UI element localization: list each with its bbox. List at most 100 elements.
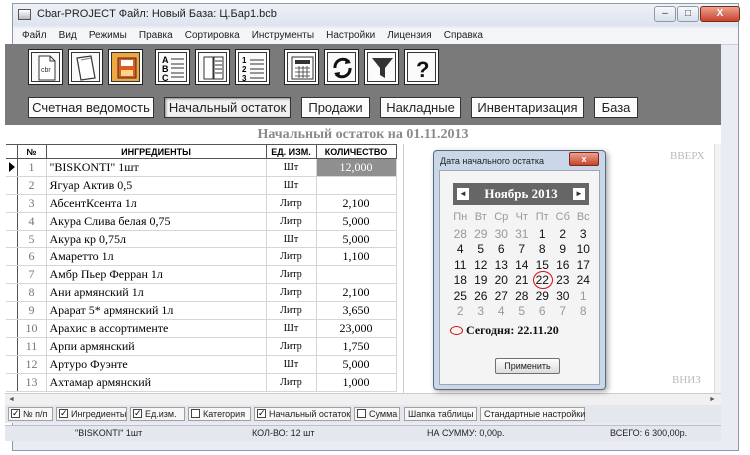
tab-initial-balance[interactable]: Начальный остаток xyxy=(164,97,291,118)
scroll-right-icon[interactable]: ► xyxy=(709,396,716,403)
table-row[interactable]: 8 Ани армянский 1л Литр 2,100 xyxy=(6,283,397,303)
menu-help[interactable]: Справка xyxy=(444,28,483,41)
row-number-cell[interactable]: 9 xyxy=(17,301,47,321)
row-selector[interactable] xyxy=(6,158,18,177)
unit-cell[interactable]: Литр xyxy=(266,247,317,267)
row-number-cell[interactable]: 3 xyxy=(17,194,47,213)
calendar-day[interactable]: 8 xyxy=(532,242,553,256)
calendar-day[interactable]: 28 xyxy=(512,289,533,303)
ingredient-name-cell[interactable]: Арпи армянский xyxy=(46,337,267,356)
table-row[interactable]: 5 Акура кр 0,75л Шт 5,000 xyxy=(6,230,397,249)
today-link[interactable]: Сегодня: 22.11.20 xyxy=(450,323,559,338)
menu-modes[interactable]: Режимы xyxy=(89,28,127,41)
unit-cell[interactable]: Литр xyxy=(266,194,317,213)
scroll-left-icon[interactable]: ◄ xyxy=(8,396,15,403)
filter-icon[interactable]: F xyxy=(364,49,399,85)
opt-category[interactable]: Категория xyxy=(188,407,251,421)
cbr-file-icon[interactable]: cbr xyxy=(28,49,63,85)
quantity-cell[interactable]: 5,000 xyxy=(316,355,397,374)
tab-count-sheet[interactable]: Счетная ведомость xyxy=(28,97,154,118)
checkbox[interactable] xyxy=(191,409,200,418)
menu-file[interactable]: Файл xyxy=(22,28,47,41)
calendar-day[interactable]: 3 xyxy=(471,304,492,318)
ingredient-name-cell[interactable]: АбсентКсента 1л xyxy=(46,194,267,213)
checkbox[interactable] xyxy=(357,409,366,418)
calendar-day[interactable]: 10 xyxy=(573,242,594,256)
table-row[interactable]: 7 Амбр Пьер Ферран 1л Литр xyxy=(6,265,397,285)
quantity-cell[interactable]: 1,000 xyxy=(316,373,397,392)
row-selector[interactable] xyxy=(6,337,18,356)
unit-cell[interactable]: Шт xyxy=(266,230,317,249)
opt-sum[interactable]: Сумма xyxy=(354,407,400,421)
calendar-day[interactable]: 5 xyxy=(512,304,533,318)
calendar-day[interactable]: 29 xyxy=(471,227,492,241)
calendar-day[interactable]: 11 xyxy=(450,258,471,272)
row-number-cell[interactable]: 4 xyxy=(17,212,47,231)
calendar-day[interactable]: 21 xyxy=(512,273,533,287)
row-number-cell[interactable]: 2 xyxy=(17,176,47,195)
table-row[interactable]: 1 "BISKONTI" 1шт Шт 12,000 xyxy=(6,158,397,177)
quantity-cell[interactable]: 23,000 xyxy=(316,319,397,338)
row-number-cell[interactable]: 7 xyxy=(17,265,47,285)
quantity-cell[interactable]: 2,100 xyxy=(316,194,397,213)
prev-month-icon[interactable]: ◄ xyxy=(457,188,469,200)
calendar-day[interactable]: 31 xyxy=(512,227,533,241)
quantity-cell[interactable]: 2,100 xyxy=(316,283,397,303)
checkbox[interactable] xyxy=(59,407,68,419)
calendar-day[interactable]: 20 xyxy=(491,273,512,287)
quantity-cell[interactable]: 12,000 xyxy=(316,158,397,177)
col-header-ingredients[interactable]: ИНГРЕДИЕНТЫ xyxy=(45,144,267,159)
unit-cell[interactable]: Литр xyxy=(266,283,317,303)
calendar-day[interactable]: 26 xyxy=(471,289,492,303)
table-header-button[interactable]: Шапка таблицы xyxy=(404,407,477,421)
sort-table-icon[interactable] xyxy=(195,49,230,85)
menu-view[interactable]: Вид xyxy=(59,28,77,41)
table-row[interactable]: 4 Акура Слива белая 0,75 Литр 5,000 xyxy=(6,212,397,231)
calendar-day[interactable]: 4 xyxy=(491,304,512,318)
opt-ingredients[interactable]: Ингредиенты xyxy=(56,407,127,421)
ingredient-name-cell[interactable]: Ягуар Актив 0,5 xyxy=(46,176,267,195)
opt-row-number[interactable]: № п/п xyxy=(8,407,53,421)
vertical-scrollbar[interactable] xyxy=(714,144,721,393)
calendar-day[interactable]: 15 xyxy=(532,258,553,272)
row-selector[interactable] xyxy=(6,247,18,267)
calendar-day[interactable]: 24 xyxy=(573,273,594,287)
calendar-day[interactable]: 14 xyxy=(512,258,533,272)
scroll-up-label[interactable]: ВВЕРХ xyxy=(670,150,705,162)
calendar-day[interactable]: 1 xyxy=(532,227,553,241)
maximize-button[interactable]: □ xyxy=(677,6,699,22)
col-header-num[interactable]: № xyxy=(16,144,47,159)
save-icon[interactable] xyxy=(108,49,143,85)
open-folder-icon[interactable] xyxy=(68,49,103,85)
table-row[interactable]: 11 Арпи армянский Литр 1,750 xyxy=(6,337,397,356)
row-number-cell[interactable]: 8 xyxy=(17,283,47,303)
close-button[interactable]: X xyxy=(700,6,740,22)
apply-button[interactable]: Применить xyxy=(495,358,560,374)
quantity-cell[interactable]: 3,650 xyxy=(316,301,397,321)
unit-cell[interactable]: Литр xyxy=(266,337,317,356)
ingredient-name-cell[interactable]: Акура кр 0,75л xyxy=(46,230,267,249)
scroll-down-label[interactable]: ВНИЗ xyxy=(672,374,701,386)
opt-initial-balance[interactable]: Начальный остаток xyxy=(254,407,351,421)
row-selector[interactable] xyxy=(6,301,18,321)
sort-alpha-icon[interactable]: ABC xyxy=(155,49,190,85)
calendar-day[interactable]: 22 xyxy=(532,271,553,289)
unit-cell[interactable]: Шт xyxy=(266,176,317,195)
help-icon[interactable]: ? xyxy=(404,49,439,85)
table-row[interactable]: 9 Арарат 5* армянский 1л Литр 3,650 xyxy=(6,301,397,321)
calendar-day[interactable]: 4 xyxy=(450,242,471,256)
ingredient-name-cell[interactable]: Арахис в ассортименте xyxy=(46,319,267,338)
menu-settings[interactable]: Настройки xyxy=(326,28,375,41)
quantity-cell[interactable] xyxy=(316,265,397,285)
table-row[interactable]: 12 Артуро Фуэнте Шт 5,000 xyxy=(6,355,397,374)
menu-edit[interactable]: Правка xyxy=(139,28,173,41)
row-selector[interactable] xyxy=(6,194,18,213)
row-number-cell[interactable]: 1 xyxy=(17,158,47,177)
row-selector[interactable] xyxy=(6,265,18,285)
calendar-day[interactable]: 8 xyxy=(573,304,594,318)
calendar-day[interactable]: 3 xyxy=(573,227,594,241)
calendar-day[interactable]: 19 xyxy=(471,273,492,287)
ingredient-name-cell[interactable]: Артуро Фуэнте xyxy=(46,355,267,374)
default-settings-button[interactable]: Стандартные настройки xyxy=(480,407,585,421)
quantity-cell[interactable]: 5,000 xyxy=(316,212,397,231)
